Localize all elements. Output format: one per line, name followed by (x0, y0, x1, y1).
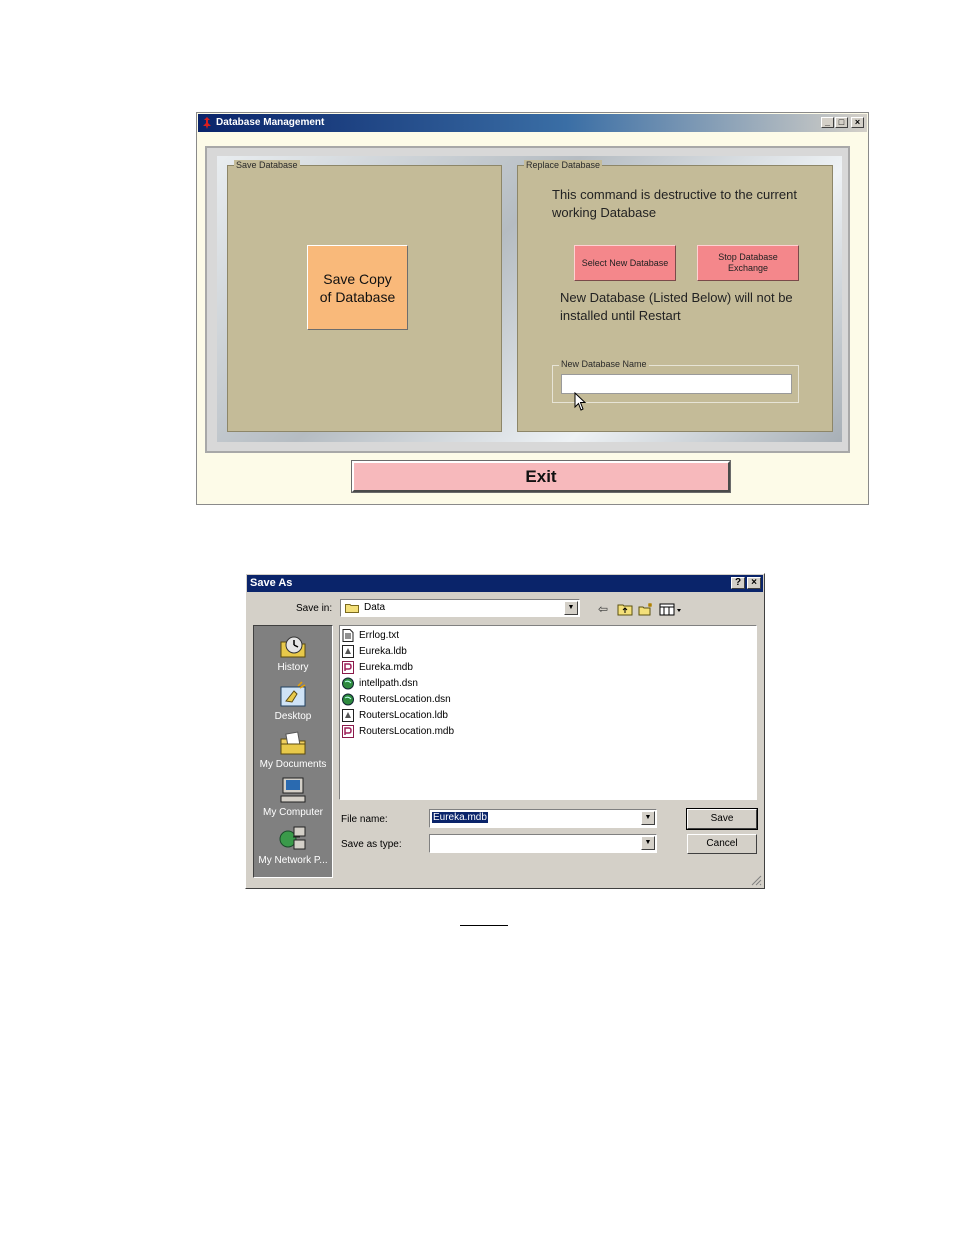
file-name: Eureka.ldb (359, 646, 407, 657)
file-name: Errlog.txt (359, 630, 400, 641)
save-in-value: Data (364, 602, 386, 613)
destructive-warning: This command is destructive to the curre… (552, 187, 797, 220)
save-as-type-dropdown[interactable]: ▼ (429, 834, 657, 853)
restart-note: New Database (Listed Below) will not be … (560, 290, 793, 323)
new-database-name-group: New Database Name (552, 359, 799, 403)
file-name: RoutersLocation.mdb (359, 726, 455, 737)
access-db-icon (342, 661, 354, 674)
save-in-dropdown[interactable]: Data ▼ (340, 599, 580, 617)
chevron-down-icon[interactable]: ▼ (564, 601, 578, 615)
new-folder-icon[interactable] (638, 602, 654, 616)
file-name-label: File name: (341, 814, 388, 825)
close-button[interactable]: × (851, 117, 864, 128)
my-network-places-icon (279, 826, 306, 850)
text-file-icon (342, 629, 354, 642)
save-in-label: Save in: (296, 603, 333, 614)
my-documents-icon (280, 731, 306, 755)
file-list[interactable]: Errlog.txt Eureka.ldb Eureka.mdb intellp… (339, 625, 757, 800)
folder-icon (345, 604, 359, 613)
replace-database-legend: Replace Database (524, 160, 603, 170)
app-icon (203, 117, 211, 129)
cancel-button[interactable]: Cancel (687, 834, 757, 854)
dsn-file-icon (342, 693, 354, 706)
save-database-legend: Save Database (234, 160, 300, 170)
save-as-dialog: Save As ? × Save in: Data ▼ ⇦ History De… (245, 573, 765, 889)
places-label: History (277, 662, 309, 673)
replace-database-group: Replace Database This command is destruc… (517, 160, 833, 432)
up-folder-icon[interactable] (617, 602, 633, 616)
ldb-file-icon (342, 645, 354, 658)
history-icon (280, 636, 306, 658)
view-menu-icon[interactable] (659, 602, 683, 616)
file-name: intellpath.dsn (359, 678, 418, 689)
dialog-title: Save As (250, 577, 293, 589)
dialog-title-bar[interactable]: Save As ? × (247, 575, 763, 592)
file-name-value: Eureka.mdb (432, 812, 488, 823)
database-management-window: Database Management _ □ × Save Database … (196, 112, 869, 505)
caption-underline (460, 925, 508, 926)
save-as-type-label: Save as type: (341, 839, 402, 850)
chevron-down-icon[interactable]: ▼ (641, 836, 655, 850)
new-database-name-input[interactable] (561, 374, 792, 394)
places-bar: History Desktop My Documents My Computer… (253, 625, 333, 878)
new-database-name-legend: New Database Name (559, 359, 649, 369)
access-db-icon (342, 725, 354, 738)
places-label: Desktop (274, 711, 312, 722)
save-database-group: Save Database Save Copy of Database (227, 160, 502, 432)
chevron-down-icon[interactable]: ▼ (641, 811, 655, 825)
maximize-button[interactable]: □ (835, 117, 848, 128)
save-copy-button[interactable]: Save Copy of Database (307, 245, 408, 330)
back-icon[interactable]: ⇦ (596, 602, 610, 616)
window-title: Database Management (216, 117, 325, 128)
file-name: Eureka.mdb (359, 662, 413, 673)
resize-grip-icon[interactable] (750, 874, 762, 886)
dsn-file-icon (342, 677, 354, 690)
desktop-icon (280, 681, 306, 707)
ldb-file-icon (342, 709, 354, 722)
title-bar[interactable]: Database Management _ □ × (198, 114, 867, 132)
dialog-close-button[interactable]: × (747, 577, 761, 589)
file-name: RoutersLocation.dsn (359, 694, 451, 705)
mouse-pointer-icon (574, 392, 587, 411)
file-name: RoutersLocation.ldb (359, 710, 448, 721)
stop-database-exchange-button[interactable]: Stop Database Exchange (697, 245, 799, 281)
minimize-button[interactable]: _ (821, 117, 834, 128)
content-area: Save Database Save Copy of Database Repl… (217, 156, 842, 442)
my-computer-icon (280, 777, 306, 803)
places-label: My Network P... (258, 855, 328, 866)
save-button[interactable]: Save (686, 808, 758, 830)
places-label: My Computer (262, 807, 323, 818)
help-button[interactable]: ? (731, 577, 745, 589)
places-label: My Documents (259, 759, 327, 770)
content-frame: Save Database Save Copy of Database Repl… (205, 146, 850, 453)
exit-button[interactable]: Exit (351, 460, 731, 493)
file-name-input[interactable]: Eureka.mdb ▼ (429, 809, 657, 828)
select-new-database-button[interactable]: Select New Database (574, 245, 676, 281)
